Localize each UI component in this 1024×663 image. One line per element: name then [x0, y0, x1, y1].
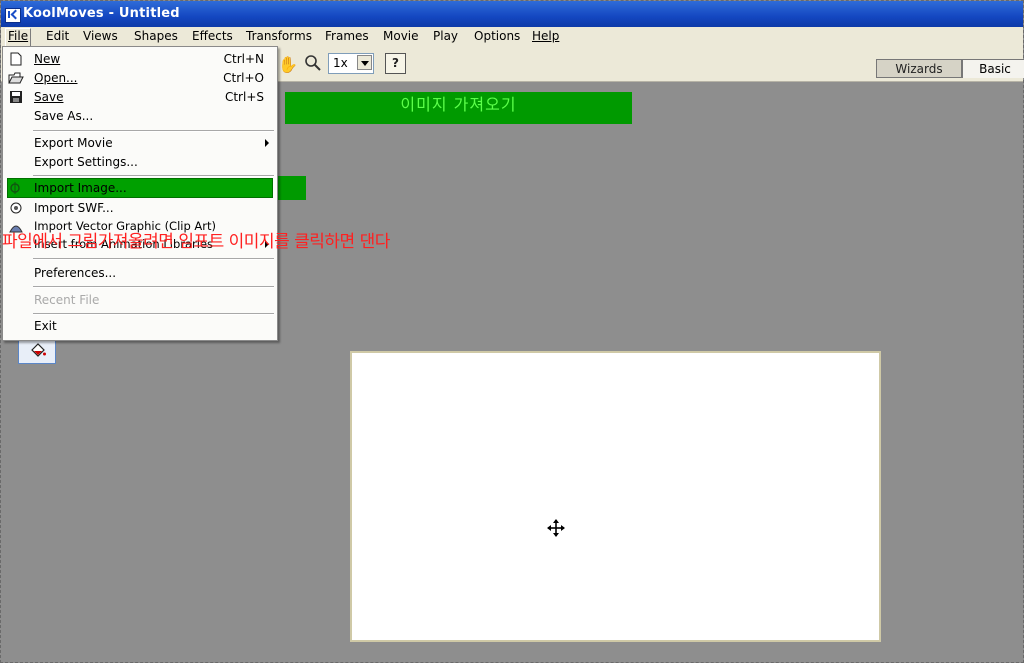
submenu-arrow-icon [265, 139, 269, 147]
file-menu-dropdown: New Ctrl+N Open... Ctrl+O Save Ctrl+S Sa… [2, 46, 278, 341]
menu-views[interactable]: Views [81, 29, 120, 43]
window-title: KoolMoves - Untitled [23, 6, 180, 21]
menu-item-import-swf[interactable]: Import SWF... [34, 201, 114, 215]
paint-bucket-tool-button[interactable] [18, 337, 56, 364]
menu-movie[interactable]: Movie [381, 29, 421, 43]
menu-separator [33, 258, 274, 260]
stage-canvas[interactable] [350, 351, 881, 642]
annotation-text: 파일에서 그림가져올려면 임포트 이미지를 클릭하면 댄다 [2, 232, 390, 252]
menu-play[interactable]: Play [431, 29, 460, 43]
tab-wizards[interactable]: Wizards [876, 59, 962, 78]
menu-item-export-movie[interactable]: Export Movie [34, 136, 113, 150]
menu-separator [33, 313, 274, 315]
menu-edit[interactable]: Edit [44, 29, 71, 43]
menu-help[interactable]: Help [530, 29, 561, 43]
menu-item-preferences[interactable]: Preferences... [34, 266, 116, 280]
zoom-value: 1x [333, 56, 348, 70]
menu-item-export-settings[interactable]: Export Settings... [34, 155, 138, 169]
shortcut-save: Ctrl+S [224, 90, 264, 104]
chevron-down-icon[interactable] [357, 55, 372, 70]
instruction-banner: 이미지 가져오기 [285, 92, 632, 124]
import-image-icon [10, 182, 20, 194]
menu-effects[interactable]: Effects [190, 29, 235, 43]
menu-separator [33, 175, 274, 177]
help-button[interactable]: ? [385, 53, 406, 74]
menu-item-new[interactable]: New [34, 52, 60, 66]
shortcut-open: Ctrl+O [223, 71, 264, 85]
shortcut-new: Ctrl+N [223, 52, 264, 66]
menu-item-import-image[interactable]: Import Image... [34, 181, 127, 195]
menu-separator [33, 130, 274, 132]
menu-item-save-as[interactable]: Save As... [34, 109, 93, 123]
menu-options[interactable]: Options [472, 29, 522, 43]
menu-item-recent-file: Recent File [34, 293, 100, 307]
menu-frames[interactable]: Frames [323, 29, 371, 43]
hand-tool-icon[interactable]: ✋ [278, 55, 298, 74]
move-cursor-icon [547, 519, 565, 537]
koolmoves-logo-icon [5, 8, 21, 23]
menu-file[interactable]: File [5, 28, 32, 48]
title-bar[interactable]: KoolMoves - Untitled [1, 1, 1023, 27]
import-swf-icon [10, 202, 22, 214]
menu-shapes[interactable]: Shapes [132, 29, 180, 43]
new-file-icon [10, 52, 22, 66]
zoom-select[interactable]: 1x [328, 53, 374, 74]
open-folder-icon [8, 72, 24, 84]
menu-item-open[interactable]: Open... [34, 71, 78, 85]
paint-bucket-icon [31, 343, 46, 357]
floppy-disk-icon [10, 91, 22, 103]
menu-item-save[interactable]: Save [34, 90, 63, 104]
tab-basic[interactable]: Basic [962, 59, 1024, 78]
magnifier-icon[interactable] [304, 54, 322, 72]
menu-separator [33, 286, 274, 288]
menu-transforms[interactable]: Transforms [244, 29, 314, 43]
menu-item-exit[interactable]: Exit [34, 319, 57, 333]
menu-bar: File Edit Views Shapes Effects Transform… [1, 27, 1023, 48]
